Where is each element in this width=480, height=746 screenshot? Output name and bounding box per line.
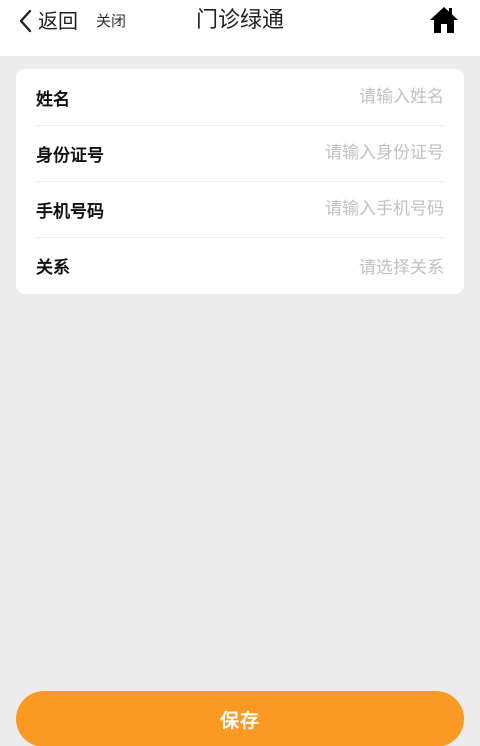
save-button[interactable]: 保存 <box>16 691 464 746</box>
back-button[interactable]: 返回 <box>18 6 78 36</box>
form-row-phone: 手机号码 <box>36 181 444 237</box>
relationship-label: 关系 <box>36 257 70 278</box>
form-row-relationship[interactable]: 关系 请选择关系 <box>36 237 444 293</box>
patient-form-card: 姓名 身份证号 手机号码 关系 请选择关系 <box>16 69 464 294</box>
phone-label: 手机号码 <box>36 201 104 222</box>
id-number-input[interactable] <box>204 137 444 169</box>
chevron-left-icon <box>18 8 34 34</box>
home-button[interactable] <box>428 4 460 36</box>
name-input[interactable] <box>204 81 444 113</box>
page-title: 门诊绿通 <box>195 8 284 33</box>
relationship-select[interactable]: 请选择关系 <box>359 253 444 278</box>
form-row-id-number: 身份证号 <box>36 125 444 181</box>
form-row-name: 姓名 <box>36 69 444 125</box>
nav-bar: 返回 关闭 门诊绿通 <box>0 0 480 56</box>
save-label: 保存 <box>219 710 260 732</box>
close-button[interactable]: 关闭 <box>96 10 126 32</box>
name-label: 姓名 <box>36 89 70 110</box>
id-number-label: 身份证号 <box>36 145 104 166</box>
phone-input[interactable] <box>204 193 444 225</box>
back-label: 返回 <box>38 9 78 33</box>
home-icon <box>428 4 460 36</box>
